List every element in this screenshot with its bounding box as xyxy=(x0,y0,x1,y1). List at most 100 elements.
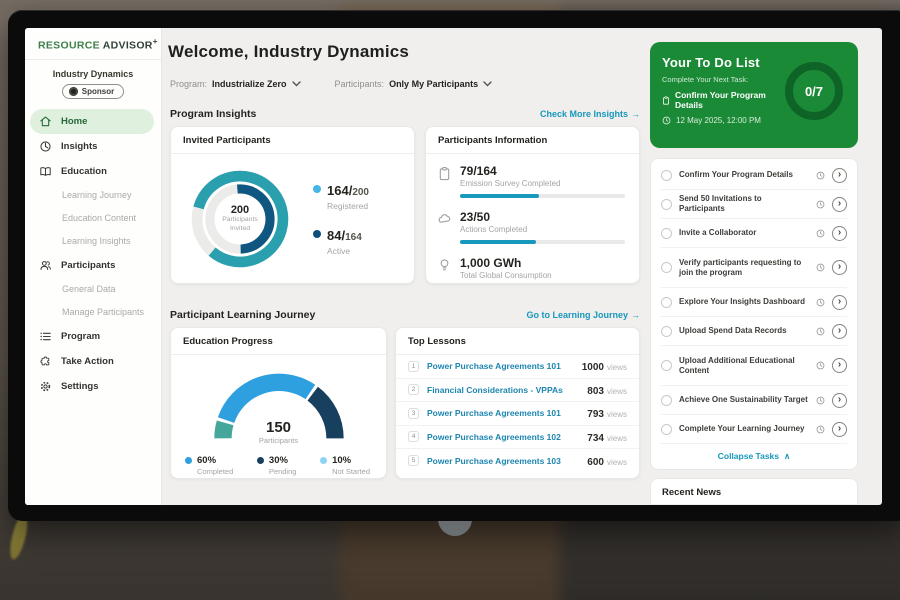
sidebar-item-home[interactable]: Home xyxy=(30,109,154,134)
clock-icon xyxy=(816,425,825,434)
task-row-4[interactable]: Verify participants requesting to join t… xyxy=(661,248,847,288)
sidebar-item-education[interactable]: Education xyxy=(25,159,161,184)
sidebar-item-program[interactable]: Program xyxy=(25,324,161,349)
chevron-up-icon: ∧ xyxy=(784,451,790,462)
sidebar-item-insights[interactable]: Insights xyxy=(25,134,161,159)
hand-icon xyxy=(438,210,451,244)
card-title: Recent News xyxy=(651,479,857,505)
sidebar-item-label: Home xyxy=(61,116,87,127)
todo-datetime: 12 May 2025, 12:00 PM xyxy=(662,116,782,125)
task-checkbox[interactable] xyxy=(661,424,672,435)
lesson-row-2[interactable]: 2 Financial Considerations - VPPAs 803vi… xyxy=(396,379,639,403)
task-checkbox[interactable] xyxy=(661,395,672,406)
gauge-legend: 60%Completed 30%Pending 10%Not Started xyxy=(171,445,386,476)
chevron-down-icon xyxy=(292,81,301,87)
task-checkbox[interactable] xyxy=(661,360,672,371)
lesson-row-5[interactable]: 5 Power Purchase Agreements 103 600views xyxy=(396,449,639,473)
task-open-button[interactable]: › xyxy=(832,393,847,408)
todo-next-task: Confirm Your Program Details xyxy=(662,90,782,110)
rank-badge: 5 xyxy=(408,455,419,466)
participants-dropdown[interactable]: Participants: Only My Participants xyxy=(335,79,493,89)
donut-legend: 164/200 Registered 84/164 Active xyxy=(313,182,369,256)
task-checkbox[interactable] xyxy=(661,199,672,210)
lesson-link[interactable]: Power Purchase Agreements 102 xyxy=(427,432,579,442)
lesson-row-3[interactable]: 3 Power Purchase Agreements 101 793views xyxy=(396,402,639,426)
stat-label: Total Global Consumption xyxy=(460,271,625,280)
task-checkbox[interactable] xyxy=(661,170,672,181)
check-more-insights-link[interactable]: Check More Insights→ xyxy=(540,109,640,119)
lesson-row-4[interactable]: 4 Power Purchase Agreements 102 734views xyxy=(396,426,639,450)
clock-icon xyxy=(816,171,825,180)
task-open-button[interactable]: › xyxy=(832,422,847,437)
sidebar-item-learning-journey[interactable]: Learning Journey xyxy=(25,184,161,207)
sidebar-item-learning-insights[interactable]: Learning Insights xyxy=(25,230,161,253)
task-row-7[interactable]: Upload Additional Educational Content › xyxy=(661,346,847,386)
task-row-1[interactable]: Confirm Your Program Details › xyxy=(661,161,847,190)
legend-dot xyxy=(185,457,192,464)
sidebar-item-label: Education xyxy=(61,166,107,177)
sidebar-item-participants[interactable]: Participants xyxy=(25,253,161,278)
task-open-button[interactable]: › xyxy=(832,168,847,183)
task-open-button[interactable]: › xyxy=(832,358,847,373)
task-checkbox[interactable] xyxy=(661,297,672,308)
task-row-8[interactable]: Achieve One Sustainability Target › xyxy=(661,386,847,415)
lesson-link[interactable]: Power Purchase Agreements 101 xyxy=(427,361,574,371)
task-row-6[interactable]: Upload Spend Data Records › xyxy=(661,317,847,346)
task-checkbox[interactable] xyxy=(661,326,672,337)
task-open-button[interactable]: › xyxy=(832,226,847,241)
task-row-9[interactable]: Complete Your Learning Journey › xyxy=(661,415,847,444)
learning-journey-header: Participant Learning Journey Go to Learn… xyxy=(170,309,640,321)
sidebar-item-settings[interactable]: Settings xyxy=(25,374,161,399)
todo-title: Your To Do List xyxy=(662,55,782,70)
go-to-learning-journey-link[interactable]: Go to Learning Journey→ xyxy=(526,310,640,320)
sponsor-badge-label: Sponsor xyxy=(82,87,114,96)
sidebar-menu: Home Insights Education Learning Journey… xyxy=(25,109,161,399)
participants-label: Participants: xyxy=(335,79,385,89)
card-title: Invited Participants xyxy=(171,127,414,154)
lesson-link[interactable]: Power Purchase Agreements 103 xyxy=(427,456,579,466)
task-checkbox[interactable] xyxy=(661,262,672,273)
sponsor-badge[interactable]: Sponsor xyxy=(62,84,124,99)
legend-completed: 60%Completed xyxy=(185,455,233,476)
education-gauge-chart: 150 Participants xyxy=(204,365,354,445)
education-progress-card: Education Progress 150 Participants 60%C… xyxy=(170,327,387,479)
collapse-tasks-link[interactable]: Collapse Tasks ∧ xyxy=(661,444,847,468)
stat-value: 23/50 xyxy=(460,210,625,224)
progress-fill xyxy=(460,240,536,244)
legend-dot xyxy=(257,457,264,464)
task-row-2[interactable]: Send 50 Invitations to Participants › xyxy=(661,190,847,219)
todo-task-list: Confirm Your Program Details › Send 50 I… xyxy=(650,158,858,470)
list-icon xyxy=(39,330,52,343)
card-title: Top Lessons xyxy=(396,328,639,355)
lesson-link[interactable]: Power Purchase Agreements 101 xyxy=(427,408,579,418)
sidebar-item-label: Participants xyxy=(61,260,115,271)
lesson-row-1[interactable]: 1 Power Purchase Agreements 101 1000view… xyxy=(396,355,639,379)
stat-value: 79/164 xyxy=(460,164,625,178)
brand-word-resource: RESOURCE xyxy=(38,40,100,52)
clipboard-icon xyxy=(662,95,670,106)
sidebar-item-take-action[interactable]: Take Action xyxy=(25,349,161,374)
invited-participants-card: Invited Participants 200 Participants In… xyxy=(170,126,415,284)
sidebar-item-manage-participants[interactable]: Manage Participants xyxy=(25,301,161,324)
task-open-button[interactable]: › xyxy=(832,295,847,310)
clock-icon xyxy=(816,263,825,272)
program-dropdown[interactable]: Program: Industrialize Zero xyxy=(170,79,301,89)
task-open-button[interactable]: › xyxy=(832,260,847,275)
task-open-button[interactable]: › xyxy=(832,324,847,339)
clock-icon xyxy=(816,327,825,336)
task-row-5[interactable]: Explore Your Insights Dashboard › xyxy=(661,288,847,317)
clipboard-icon xyxy=(438,164,451,198)
task-row-3[interactable]: Invite a Collaborator › xyxy=(661,219,847,248)
progress-track xyxy=(460,240,625,244)
task-checkbox[interactable] xyxy=(661,228,672,239)
sidebar-item-education-content[interactable]: Education Content xyxy=(25,207,161,230)
sidebar-item-label: Take Action xyxy=(61,356,114,367)
clock-icon xyxy=(816,229,825,238)
legend-dot xyxy=(313,230,321,238)
sidebar-item-general-data[interactable]: General Data xyxy=(25,278,161,301)
progress-track xyxy=(460,194,625,198)
lesson-link[interactable]: Financial Considerations - VPPAs xyxy=(427,385,579,395)
card-title: Education Progress xyxy=(171,328,386,355)
task-open-button[interactable]: › xyxy=(832,197,847,212)
photo-scene: RESOURCE ADVISOR+ Industry Dynamics Spon… xyxy=(0,0,900,600)
